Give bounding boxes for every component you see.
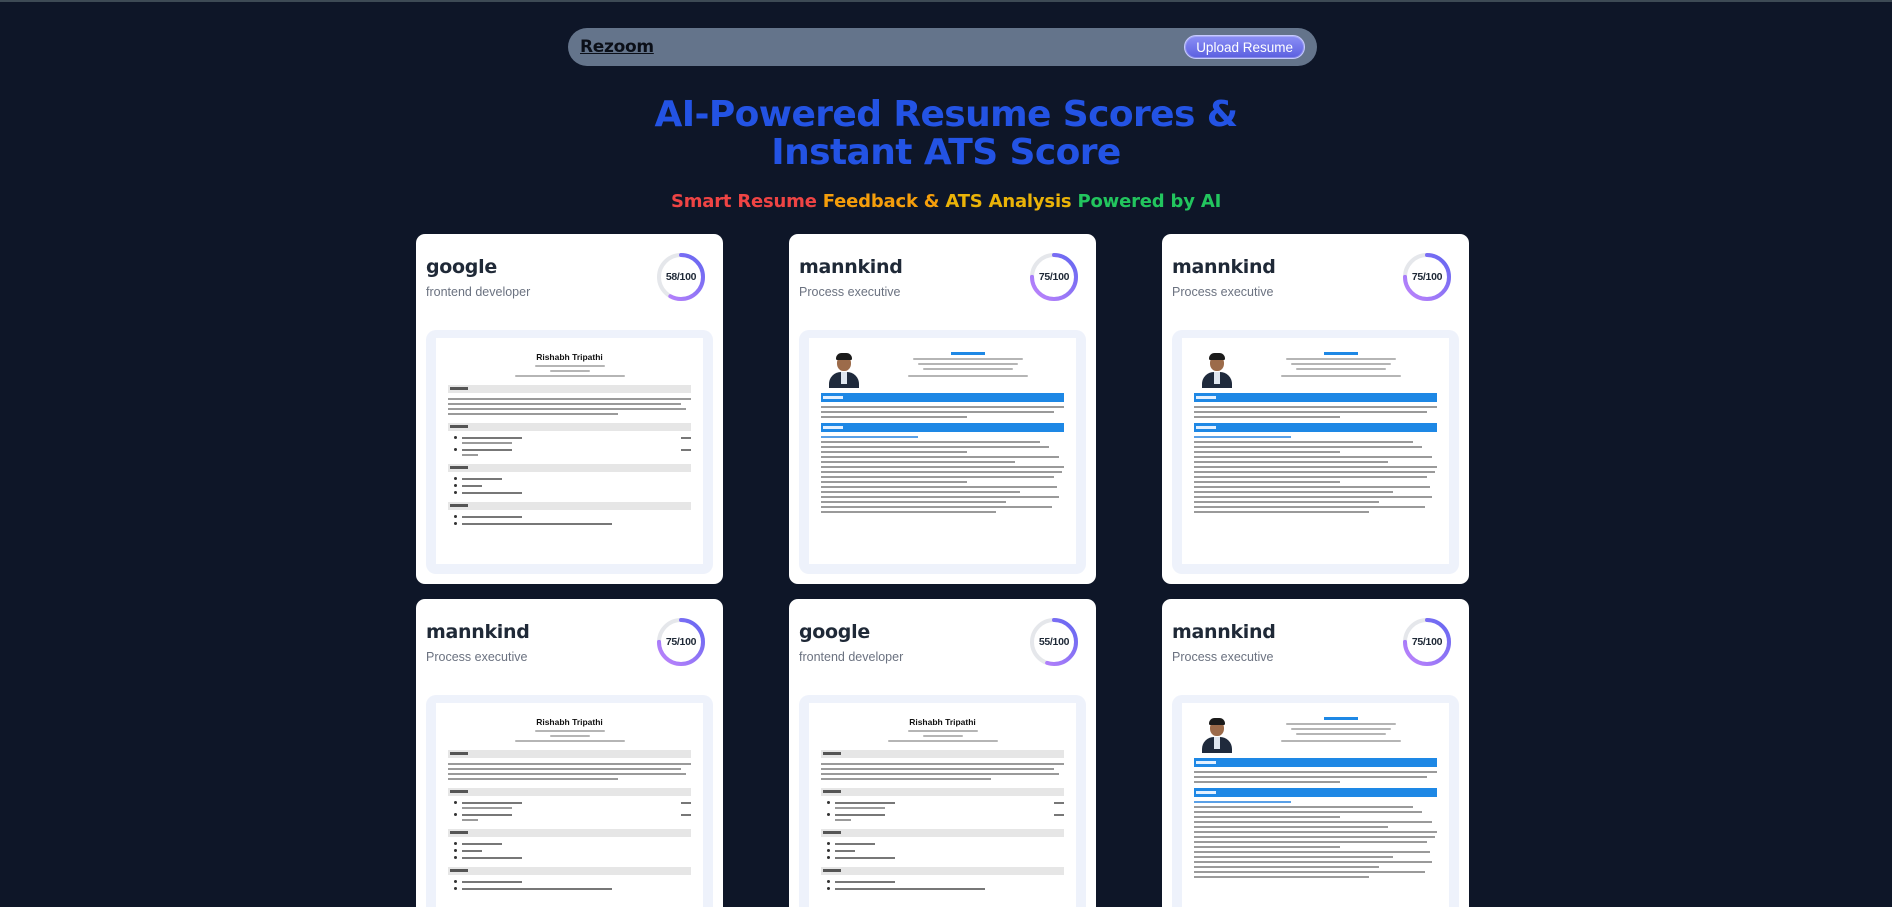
resume-photo: [1200, 717, 1234, 753]
resume-section-header: [448, 385, 691, 393]
resume-bullet: [827, 880, 1064, 883]
resume-contact: [448, 365, 691, 377]
resume-section-header: [821, 423, 1064, 432]
resume-preview[interactable]: [1172, 330, 1459, 574]
resume-card[interactable]: mannkind Process executive 75/100: [1162, 234, 1469, 584]
resume-preview-page: [1182, 703, 1449, 907]
card-job-title: Process executive: [426, 650, 528, 664]
upload-resume-button[interactable]: Upload Resume: [1184, 35, 1305, 59]
score-label: 58/100: [665, 271, 697, 283]
resume-section-header: [821, 867, 1064, 875]
resume-bullet: [827, 856, 1064, 859]
resume-section-header: [821, 829, 1064, 837]
subtitle-word: ATS Analysis: [945, 191, 1072, 212]
score-label: 75/100: [665, 636, 697, 648]
resume-name: Rishabh Tripathi: [909, 717, 976, 727]
score-ring: 75/100: [1028, 251, 1080, 303]
resume-bullet: [454, 522, 691, 525]
subtitle-word: Feedback &: [822, 191, 940, 212]
resume-bullet: [454, 849, 691, 852]
resume-section-header: [821, 788, 1064, 796]
resume-name: Rishabh Tripathi: [536, 717, 603, 727]
card-company-name: google: [426, 256, 497, 278]
resume-bullet: [454, 477, 691, 480]
card-job-title: frontend developer: [799, 650, 904, 664]
score-label: 75/100: [1411, 636, 1443, 648]
hero-subtitle: Smart Resume Feedback & ATS Analysis Pow…: [0, 191, 1892, 212]
resume-bullet: [827, 887, 1064, 890]
resume-preview[interactable]: Rishabh Tripathi: [426, 330, 713, 574]
card-company-name: mannkind: [799, 256, 903, 278]
resume-bullet: [454, 484, 691, 487]
resume-section-header: [448, 502, 691, 510]
resume-preview-page: Rishabh Tripathi: [809, 703, 1076, 907]
score-ring: 75/100: [655, 616, 707, 668]
resume-section-header: [448, 788, 691, 796]
resume-card[interactable]: mannkind Process executive 75/100: [789, 234, 1096, 584]
resume-section-header: [1194, 393, 1437, 402]
resume-section-header: [1194, 788, 1437, 797]
resume-section-header: [448, 867, 691, 875]
resume-photo: [827, 352, 861, 388]
score-ring: 55/100: [1028, 616, 1080, 668]
resume-contact: [821, 730, 1064, 742]
resume-card[interactable]: google frontend developer 55/100 Rishabh…: [789, 599, 1096, 907]
resume-header: [1194, 352, 1437, 388]
card-company-name: mannkind: [1172, 621, 1276, 643]
card-job-title: Process executive: [799, 285, 901, 299]
resume-section-header: [1194, 758, 1437, 767]
resume-bullet: [827, 842, 1064, 845]
hero-title: AI-Powered Resume Scores & Instant ATS S…: [0, 96, 1892, 172]
subtitle-word: Powered by AI: [1077, 191, 1222, 212]
resume-section-header: [1194, 423, 1437, 432]
hero-title-line2: Instant ATS Score: [771, 132, 1121, 173]
resume-card[interactable]: google frontend developer 58/100 Rishabh…: [416, 234, 723, 584]
resume-header: [1194, 717, 1437, 753]
card-job-title: Process executive: [1172, 285, 1274, 299]
resume-bullet: [454, 856, 691, 859]
resume-bullet: [827, 849, 1064, 852]
card-company-name: mannkind: [426, 621, 530, 643]
resume-section-header: [448, 750, 691, 758]
resume-contact: [448, 730, 691, 742]
score-label: 75/100: [1411, 271, 1443, 283]
resume-preview[interactable]: [1172, 695, 1459, 907]
score-ring: 75/100: [1401, 616, 1453, 668]
resume-name: Rishabh Tripathi: [536, 352, 603, 362]
resume-bullet: [454, 887, 691, 890]
resume-header: [821, 352, 1064, 388]
resume-preview-page: Rishabh Tripathi: [436, 338, 703, 564]
navbar: Rezoom Upload Resume: [568, 28, 1317, 66]
resume-preview[interactable]: [799, 330, 1086, 574]
resume-card[interactable]: mannkind Process executive 75/100: [1162, 599, 1469, 907]
subtitle-word: Smart Resume: [670, 191, 817, 212]
resume-preview-page: [1182, 338, 1449, 564]
hero-title-line1: AI-Powered Resume Scores &: [654, 94, 1238, 135]
resume-card[interactable]: mannkind Process executive 75/100 Rishab…: [416, 599, 723, 907]
resume-bullet: [454, 491, 691, 494]
score-label: 55/100: [1038, 636, 1070, 648]
resume-bullet: [454, 515, 691, 518]
resume-bullet: [454, 880, 691, 883]
score-label: 75/100: [1038, 271, 1070, 283]
resume-preview[interactable]: Rishabh Tripathi: [799, 695, 1086, 907]
resume-section-header: [821, 393, 1064, 402]
resume-section-header: [448, 423, 691, 431]
card-job-title: Process executive: [1172, 650, 1274, 664]
score-ring: 58/100: [655, 251, 707, 303]
card-company-name: mannkind: [1172, 256, 1276, 278]
resume-section-header: [821, 750, 1064, 758]
resume-preview-page: Rishabh Tripathi: [436, 703, 703, 907]
resume-preview[interactable]: Rishabh Tripathi: [426, 695, 713, 907]
card-job-title: frontend developer: [426, 285, 531, 299]
resume-section-header: [448, 829, 691, 837]
resume-preview-page: [809, 338, 1076, 564]
score-ring: 75/100: [1401, 251, 1453, 303]
card-company-name: google: [799, 621, 870, 643]
resume-bullet: [454, 842, 691, 845]
resume-photo: [1200, 352, 1234, 388]
brand-logo-link[interactable]: Rezoom: [580, 37, 654, 57]
resume-section-header: [448, 464, 691, 472]
